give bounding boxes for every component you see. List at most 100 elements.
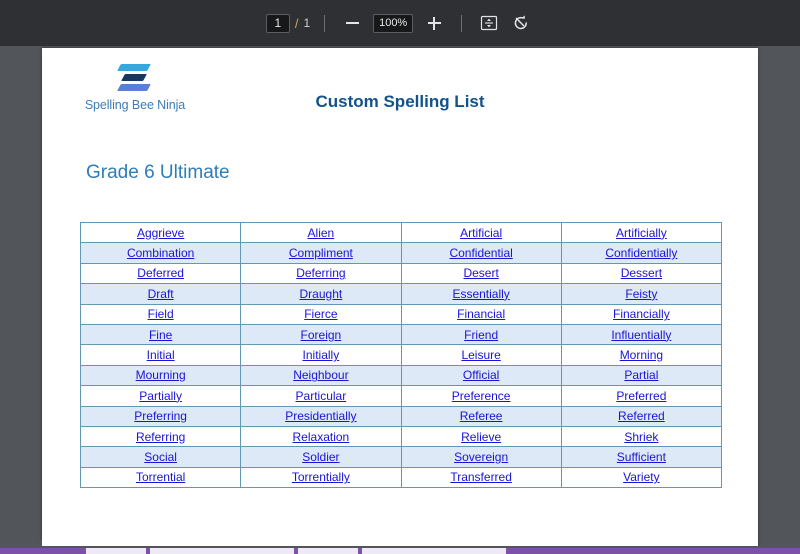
word-link[interactable]: Field [148, 307, 174, 321]
word-link[interactable]: Presidentially [285, 409, 356, 423]
bottom-bar-segment [298, 548, 358, 554]
word-cell: Compliment [240, 242, 402, 264]
toolbar-divider-1 [324, 14, 326, 32]
word-link[interactable]: Preference [452, 389, 511, 403]
word-cell: Relieve [400, 425, 562, 448]
word-cell: Desert [400, 262, 562, 285]
taskbar-left-filler [0, 540, 42, 548]
word-link[interactable]: Referring [136, 430, 185, 444]
word-cell: Soldier [240, 446, 402, 468]
word-link[interactable]: Shriek [624, 430, 658, 444]
word-link[interactable]: Influentially [611, 328, 671, 342]
word-cell: Preferred [560, 385, 723, 407]
word-cell: Initial [79, 344, 242, 366]
word-cell: Confidentially [560, 242, 723, 264]
table-row: Field Fierce Financial Financially [79, 303, 723, 325]
word-link[interactable]: Feisty [625, 287, 657, 301]
word-cell: Financial [400, 303, 562, 325]
word-link[interactable]: Deferring [296, 266, 345, 280]
word-cell: Preferring [79, 405, 242, 427]
word-cell: Alien [240, 221, 402, 244]
table-row: Deferred Deferring Desert Dessert [79, 262, 723, 285]
word-link[interactable]: Foreign [301, 328, 342, 342]
table-row: Partially Particular Preference Preferred [79, 385, 723, 407]
word-link[interactable]: Particular [296, 389, 347, 403]
word-link[interactable]: Preferred [616, 389, 666, 403]
word-cell: Deferring [240, 262, 402, 285]
word-link[interactable]: Desert [463, 266, 498, 280]
word-link[interactable]: Alien [308, 226, 335, 240]
word-cell: Partial [560, 364, 723, 387]
pdf-viewer-toolbar: 1 / 1 100% [0, 0, 800, 46]
table-row: Combination Compliment Confidential Confide… [79, 242, 723, 264]
word-cell: Mourning [79, 364, 242, 387]
word-link[interactable]: Mourning [136, 368, 186, 382]
word-link[interactable]: Friend [464, 328, 498, 342]
word-cell: Relaxation [240, 425, 402, 448]
document-header: Spelling Bee Ninja Custom Spelling List [42, 48, 758, 144]
word-cell: Social [79, 446, 242, 468]
word-link[interactable]: Torrential [136, 470, 185, 484]
fit-page-icon [481, 15, 498, 31]
toolbar-divider-2 [461, 14, 463, 32]
word-link[interactable]: Financially [613, 307, 670, 321]
word-cell: Torrential [79, 466, 242, 489]
word-link[interactable]: Official [463, 368, 499, 382]
word-link[interactable]: Initial [147, 348, 175, 362]
word-cell: Official [400, 364, 562, 387]
word-link[interactable]: Preferring [134, 409, 187, 423]
word-cell: Draft [79, 283, 242, 305]
pdf-viewer-canvas[interactable]: Spelling Bee Ninja Custom Spelling List … [0, 46, 800, 546]
word-link[interactable]: Deferred [137, 266, 184, 280]
word-link[interactable]: Referee [460, 409, 503, 423]
word-link[interactable]: Relaxation [293, 430, 350, 444]
word-link[interactable]: Morning [620, 348, 663, 362]
word-link[interactable]: Compliment [289, 246, 353, 260]
page-number-input[interactable]: 1 [265, 13, 290, 33]
fit-to-page-button[interactable] [476, 10, 502, 36]
zoom-level-input[interactable]: 100% [373, 13, 414, 33]
word-link[interactable]: Essentially [452, 287, 509, 301]
word-link[interactable]: Partial [624, 368, 658, 382]
zoom-in-button[interactable] [421, 10, 447, 36]
rotate-clockwise-button[interactable] [508, 10, 534, 36]
word-cell: Sovereign [400, 446, 562, 468]
word-link[interactable]: Confidentially [605, 246, 677, 260]
word-link[interactable]: Variety [623, 470, 659, 484]
word-link[interactable]: Financial [457, 307, 505, 321]
word-link[interactable]: Artificially [616, 226, 667, 240]
word-cell: Field [79, 303, 242, 325]
logo-bar-bottom [117, 84, 151, 91]
word-link[interactable]: Referred [618, 409, 665, 423]
word-link[interactable]: Transferred [450, 470, 512, 484]
word-cell: Presidentially [240, 405, 402, 427]
bottom-bar-segment [150, 548, 294, 554]
word-link[interactable]: Fine [149, 328, 172, 342]
page-separator: / [294, 15, 299, 31]
word-cell: Variety [560, 466, 723, 489]
word-link[interactable]: Fierce [304, 307, 337, 321]
word-cell: Influentially [560, 323, 723, 346]
word-link[interactable]: Aggrieve [137, 226, 184, 240]
word-link[interactable]: Sovereign [454, 450, 508, 464]
word-link[interactable]: Initially [303, 348, 340, 362]
page-total-label: 1 [303, 16, 311, 30]
word-link[interactable]: Combination [127, 246, 194, 260]
word-cell: Leisure [400, 344, 562, 366]
word-link[interactable]: Social [144, 450, 177, 464]
zoom-out-button[interactable] [339, 10, 365, 36]
word-link[interactable]: Draught [300, 287, 343, 301]
word-link[interactable]: Neighbour [293, 368, 348, 382]
word-link[interactable]: Dessert [621, 266, 662, 280]
word-link[interactable]: Draft [148, 287, 174, 301]
word-link[interactable]: Partially [139, 389, 182, 403]
bottom-bar-segment [362, 548, 506, 554]
word-link[interactable]: Sufficient [617, 450, 666, 464]
word-link[interactable]: Relieve [461, 430, 501, 444]
word-link[interactable]: Leisure [461, 348, 500, 362]
word-link[interactable]: Soldier [302, 450, 339, 464]
word-link[interactable]: Torrentially [292, 470, 350, 484]
browser-bottom-bar[interactable] [0, 548, 800, 554]
word-link[interactable]: Artificial [460, 226, 502, 240]
word-link[interactable]: Confidential [449, 246, 512, 260]
